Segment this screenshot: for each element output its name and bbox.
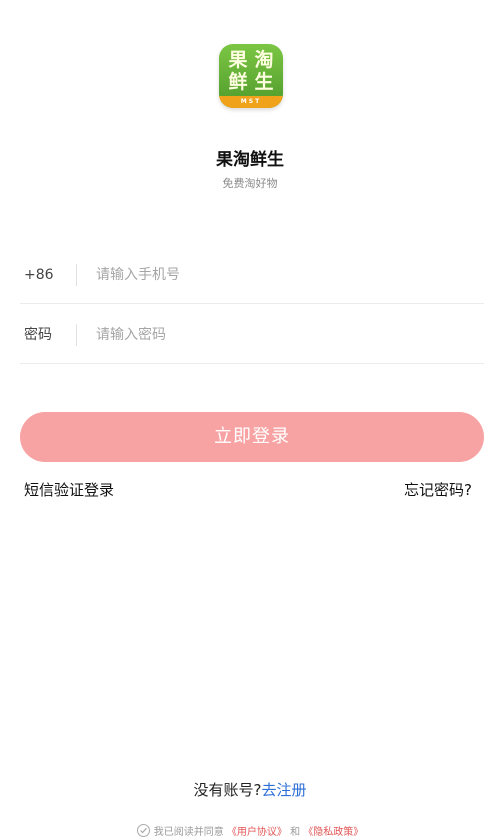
phone-input[interactable] — [96, 261, 476, 289]
sms-login-link[interactable]: 短信验证登录 — [24, 478, 114, 502]
privacy-policy-link[interactable]: 《隐私政策》 — [303, 827, 363, 838]
register-question: 没有账号? — [193, 781, 262, 799]
app-logo: 果 淘 鲜 生 MST — [219, 44, 283, 108]
field-divider — [76, 264, 77, 286]
register-prompt: 没有账号?去注册 — [0, 778, 500, 802]
login-page: 果 淘 鲜 生 MST 果淘鲜生 免费淘好物 +86 密码 立即登录 短信验证登… — [0, 0, 500, 838]
agreement-conjunction: 和 — [290, 827, 301, 838]
phone-row: +86 — [20, 247, 484, 304]
password-label: 密码 — [24, 327, 52, 343]
check-circle-icon[interactable] — [136, 824, 150, 837]
agreement-line: 我已阅读并同意 《用户协议》 和 《隐私政策》 — [0, 824, 500, 838]
logo-char: 鲜 — [228, 71, 248, 93]
logo-text: 果 淘 鲜 生 — [225, 49, 277, 93]
app-slogan: 免费淘好物 — [222, 177, 278, 190]
user-agreement-link[interactable]: 《用户协议》 — [227, 827, 287, 838]
logo-band: MST — [219, 96, 283, 108]
logo-char: 生 — [254, 71, 274, 93]
register-link[interactable]: 去注册 — [261, 781, 306, 799]
password-input[interactable] — [96, 321, 476, 349]
field-divider — [76, 324, 77, 346]
logo-char: 果 — [228, 49, 248, 71]
country-code[interactable]: +86 — [24, 247, 54, 303]
app-name: 果淘鲜生 — [216, 150, 284, 170]
login-button[interactable]: 立即登录 — [20, 412, 484, 462]
logo-char: 淘 — [254, 49, 274, 71]
password-row: 密码 — [20, 307, 484, 364]
forgot-password-link[interactable]: 忘记密码? — [404, 478, 472, 502]
agreement-prefix: 我已阅读并同意 — [153, 827, 224, 838]
